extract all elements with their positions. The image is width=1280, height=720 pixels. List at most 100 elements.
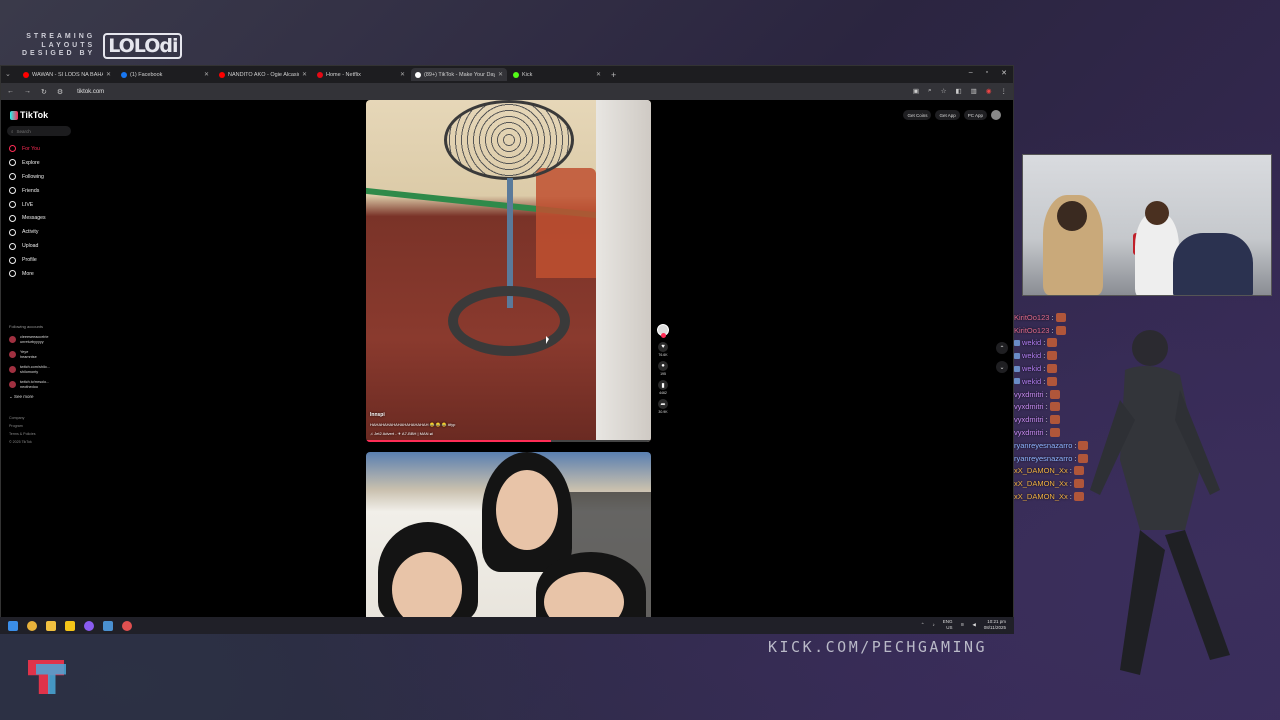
maximize-icon[interactable]: ▫ [986, 69, 988, 77]
nav-item-upload[interactable]: Upload [9, 239, 46, 253]
language-indicator[interactable]: ENG US [943, 619, 953, 630]
user-avatar[interactable] [991, 110, 1001, 120]
previous-video-icon[interactable]: ⌃ [996, 342, 1008, 354]
nav-item-following[interactable]: Following [9, 170, 46, 184]
bookmark-star-icon[interactable]: ☆ [941, 87, 947, 95]
nav-item-live[interactable]: LIVE [9, 198, 46, 212]
share-arrow-icon[interactable]: ➦ [658, 399, 668, 409]
nav-item-more[interactable]: More [9, 267, 46, 281]
nav-item-explore[interactable]: Explore [9, 156, 46, 170]
follow-plus-icon[interactable] [660, 333, 666, 338]
chat-message: vyxdmitri : [1014, 413, 1134, 426]
following-account[interactable]: cleeeseeaocelrie unreturbyyyyy [9, 332, 73, 347]
comment-icon[interactable]: ● [658, 361, 668, 371]
video-player-next[interactable] [366, 452, 651, 617]
reload-icon[interactable]: ↻ [41, 88, 47, 96]
nav-item-profile[interactable]: Profile [9, 253, 46, 267]
cast-icon[interactable]: ▣ [913, 87, 919, 95]
window-controls: – ▫ ✕ [969, 69, 1007, 77]
browser-tab[interactable]: Kick ✕ [509, 68, 605, 81]
address-bar-url[interactable]: tiktok.com [77, 89, 104, 95]
tab-close-icon[interactable]: ✕ [498, 71, 503, 78]
tab-close-icon[interactable]: ✕ [596, 71, 601, 78]
nav-item-messages[interactable]: Messages [9, 211, 46, 225]
nav-item-for-you[interactable]: For You [9, 142, 46, 156]
browser-tab[interactable]: WAWAN - SI LODS NA BAHALA✕ [19, 68, 115, 81]
nav-item-label: For You [22, 145, 40, 152]
account-avatar [9, 351, 16, 358]
next-video-icon[interactable]: ⌄ [996, 361, 1008, 373]
like-heart-icon[interactable]: ♥ [658, 342, 668, 352]
chat-emote-icon [1073, 492, 1084, 502]
nav-item-activity[interactable]: Activity [9, 225, 46, 239]
tab-title: NANDITO AKO - Ogie Alcasid [228, 71, 299, 78]
chat-emote-icon [1047, 338, 1058, 348]
account-name: twitch.tv/mrsolo... [20, 379, 50, 384]
account-avatar [9, 366, 16, 373]
browser-tab[interactable]: (89+) TikTok - Make Your Day ✕ [411, 68, 507, 81]
browser-tab[interactable]: (1) Facebook ✕ [117, 68, 213, 81]
pc-app-button[interactable]: PC App [963, 110, 987, 120]
taskbar-clock[interactable]: 10:21 pm 08/11/2025 [984, 619, 1006, 630]
bookmark-icon[interactable]: ▮ [658, 380, 668, 390]
nav-item-label: Friends [22, 187, 40, 194]
minimize-icon[interactable]: – [969, 69, 973, 77]
windows-start-icon[interactable] [8, 620, 18, 631]
tab-search-icon[interactable]: ⌄ [5, 70, 15, 80]
forward-icon[interactable]: → [24, 88, 31, 95]
nav-item-friends[interactable]: Friends [9, 184, 46, 198]
footer-link[interactable]: Company [9, 414, 36, 422]
following-account[interactable]: twitch.com/shilo... shilomonty [9, 362, 73, 377]
extensions-icon[interactable]: ◧ [956, 87, 962, 95]
tab-close-icon[interactable]: ✕ [106, 71, 111, 78]
following-account[interactable]: twitch.tv/mrsolo... neothedoo [9, 377, 73, 392]
footer-link[interactable]: Program [9, 422, 36, 430]
sticky-app-icon[interactable] [65, 620, 75, 631]
nav-item-label: More [22, 270, 34, 277]
get-app-button[interactable]: Get App [935, 110, 960, 120]
microphone-icon[interactable]: ♪ [933, 622, 935, 627]
video-music[interactable]: ♫ Jet2 Advert - ✈ A7-BBH | MAN ⇌ [370, 431, 455, 436]
upload-icon [9, 242, 16, 250]
video-player-current[interactable]: Innspi HAHAHAHAHAHAHAHAHAHAH 😂 😂 😂 #fyp … [366, 100, 651, 442]
discord-icon[interactable] [84, 620, 94, 631]
tiktok-logo[interactable]: TikTok [10, 110, 48, 120]
share-count: 30.9K [658, 410, 668, 414]
site-info-icon[interactable]: ⚙ [57, 88, 63, 96]
chat-message: vyxdmitri : [1014, 426, 1134, 439]
profile-icon[interactable]: ◉ [986, 87, 992, 95]
footer-link[interactable]: © 2025 TikTok [9, 438, 36, 446]
chat-message: xX_DAMON_Xx : [1014, 465, 1134, 478]
zoom-icon[interactable]: ⌕ [928, 87, 932, 95]
volume-icon[interactable]: ◀ [972, 622, 975, 628]
tiktok-search-input[interactable]: ⌕ Search [7, 126, 71, 136]
get-coins-button[interactable]: Get Coins [903, 110, 932, 120]
chat-username: xX_DAMON_Xx [1014, 479, 1068, 489]
browser-tab[interactable]: Home - Netflix ✕ [313, 68, 409, 81]
wifi-icon[interactable]: ≋ [961, 622, 965, 628]
chat-username: vyxdmitri [1014, 402, 1044, 412]
obs-icon[interactable] [122, 620, 132, 631]
tab-close-icon[interactable]: ✕ [302, 71, 307, 78]
see-more-link[interactable]: ⌄ See more [9, 394, 73, 400]
video2-woman-face [496, 470, 558, 550]
video-author[interactable]: Innspi [370, 412, 455, 418]
following-account[interactable]: Yeye heamntse [9, 347, 73, 362]
tab-close-icon[interactable]: ✕ [400, 71, 405, 78]
chrome-icon[interactable] [27, 620, 37, 631]
new-tab-icon[interactable]: + [611, 70, 616, 80]
file-explorer-icon[interactable] [46, 620, 56, 631]
sidebar-icon[interactable]: ▥ [971, 87, 977, 95]
back-icon[interactable]: ← [7, 88, 14, 95]
video-progress-bar[interactable] [366, 440, 651, 442]
account-name: cleeeseeaocelrie [20, 334, 49, 339]
language-code: ENG [942, 619, 953, 624]
webcam-gaming-chair [1173, 233, 1253, 295]
steam-icon[interactable] [103, 620, 113, 631]
browser-menu-icon[interactable]: ⋮ [1001, 87, 1008, 95]
tray-chevron-icon[interactable]: ⌃ [921, 622, 925, 628]
footer-link[interactable]: Terms & Policies [9, 430, 36, 438]
browser-tab[interactable]: NANDITO AKO - Ogie Alcasid ✕ [215, 68, 311, 81]
tab-close-icon[interactable]: ✕ [204, 71, 209, 78]
close-window-icon[interactable]: ✕ [1001, 69, 1007, 77]
